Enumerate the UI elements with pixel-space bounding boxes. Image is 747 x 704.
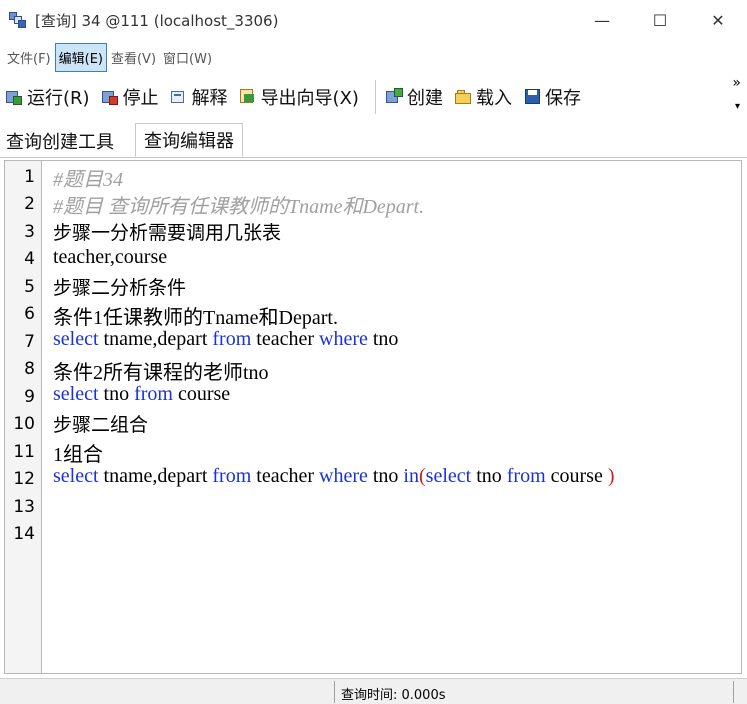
code-line: 步骤二分析条件 [53, 277, 187, 299]
load-label: 载入 [475, 88, 512, 109]
sql-keyword: from [506, 465, 546, 487]
line-number: 13 [13, 497, 35, 517]
line-number-gutter: 1 2 3 4 5 6 7 8 9 10 11 12 13 14 [5, 161, 42, 673]
sql-keyword: select [53, 465, 99, 487]
line-number: 14 [13, 524, 35, 544]
toolbar-dropdown-icon[interactable]: ▾ [735, 101, 740, 112]
create-button[interactable]: 创建 [385, 84, 443, 110]
stop-label: 停止 [122, 88, 159, 109]
create-label: 创建 [406, 88, 443, 109]
line-number: 8 [24, 359, 35, 379]
export-icon [239, 88, 258, 106]
sql-editor[interactable]: 1 2 3 4 5 6 7 8 9 10 11 12 13 14 #题目34 #… [4, 160, 742, 674]
menu-bar: 文件(F) 编辑(E) 查看(V) 窗口(W) [0, 41, 747, 73]
sql-keyword: where [319, 328, 368, 350]
sql-text: teacher [251, 465, 319, 487]
title-bar: [查询] 34 @111 (localhost_3306) — ☐ ✕ [0, 0, 747, 40]
explain-label: 解释 [191, 88, 228, 109]
line-number: 1 [24, 167, 35, 187]
sql-keyword: select [53, 383, 99, 405]
code-line: 步骤一分析需要调用几张表 [53, 222, 282, 244]
explain-button[interactable]: 解释 [170, 84, 228, 110]
sql-text: tno [367, 465, 404, 487]
save-icon [524, 88, 542, 106]
sql-paren: ) [607, 465, 615, 487]
tab-query-builder[interactable]: 查询创建工具 [6, 124, 114, 158]
sql-keyword: select [425, 465, 472, 487]
code-line-sql: select tno from course [53, 383, 230, 406]
code-line: 条件1任课教师的Tname和Depart. [53, 307, 338, 329]
create-icon [385, 88, 404, 106]
navicat-query-icon [9, 11, 27, 29]
explain-icon [170, 88, 189, 106]
status-divider [733, 681, 734, 703]
sql-text: course [172, 383, 231, 405]
save-label: 保存 [544, 88, 581, 109]
line-number: 2 [24, 194, 35, 214]
line-number: 5 [24, 277, 35, 297]
sql-keyword: where [319, 465, 368, 487]
run-label: 运行(R) [27, 88, 90, 109]
sql-text: course [545, 465, 608, 487]
code-line-sql: select tname,depart from teacher where t… [53, 465, 615, 488]
code-line-comment: #题目34 [53, 169, 123, 191]
toolbar-separator [374, 80, 376, 114]
sql-keyword: select [53, 328, 99, 350]
folder-open-icon [454, 88, 473, 106]
line-number: 10 [13, 414, 35, 434]
sql-keyword: from [212, 328, 252, 350]
code-line-comment: #题目 查询所有任课教师的Tname和Depart. [53, 196, 425, 218]
line-number: 4 [24, 249, 35, 269]
sql-text: tname,depart [98, 328, 213, 350]
line-number: 12 [13, 469, 35, 489]
sql-text: tno [98, 383, 135, 405]
line-number: 11 [13, 442, 35, 462]
line-number: 7 [24, 332, 35, 352]
code-line: teacher,course [53, 246, 168, 268]
load-button[interactable]: 载入 [454, 84, 512, 110]
toolbar: 运行(R) 停止 解释 导出向导(X) 创建 载入 保存 » ▾ [0, 75, 747, 119]
run-icon [6, 88, 24, 106]
export-wizard-button[interactable]: 导出向导(X) [239, 84, 359, 110]
menu-window[interactable]: 窗口(W) [160, 44, 215, 71]
sql-paren: ( [418, 465, 426, 487]
status-bar: 查询时间: 0.000s [0, 678, 747, 704]
status-divider [334, 681, 335, 703]
stop-button[interactable]: 停止 [101, 84, 159, 110]
code-line: 1组合 [53, 444, 103, 466]
line-number: 3 [24, 222, 35, 242]
code-line: 条件2所有课程的老师tno [53, 362, 269, 384]
sql-keyword: in [403, 465, 419, 487]
line-number: 6 [24, 304, 35, 324]
code-line: 步骤二组合 [53, 414, 149, 436]
menu-edit[interactable]: 编辑(E) [54, 42, 107, 72]
query-time-status: 查询时间: 0.000s [341, 688, 446, 703]
sql-text: tno [471, 465, 507, 487]
maximize-button[interactable]: ☐ [631, 0, 689, 40]
sql-keyword: from [134, 383, 173, 405]
minimize-button[interactable]: — [573, 0, 631, 40]
code-line-sql: select tname,depart from teacher where t… [53, 328, 398, 351]
sql-text: tname,depart [98, 465, 213, 487]
stop-icon [101, 88, 120, 106]
sql-text: tno [367, 328, 399, 350]
line-number: 9 [24, 387, 35, 407]
run-button[interactable]: 运行(R) [6, 84, 90, 110]
menu-file[interactable]: 文件(F) [4, 44, 54, 71]
sql-text: teacher [251, 328, 319, 350]
export-wizard-label: 导出向导(X) [260, 88, 359, 109]
toolbar-overflow-icon[interactable]: » [732, 75, 741, 91]
sql-keyword: from [212, 465, 252, 487]
tab-query-editor[interactable]: 查询编辑器 [135, 123, 243, 157]
menu-view[interactable]: 查看(V) [108, 44, 159, 71]
editor-tabs: 查询创建工具 查询编辑器 [0, 121, 747, 158]
close-button[interactable]: ✕ [689, 0, 747, 40]
window-title: [查询] 34 @111 (localhost_3306) [35, 11, 279, 30]
save-button[interactable]: 保存 [524, 84, 581, 110]
